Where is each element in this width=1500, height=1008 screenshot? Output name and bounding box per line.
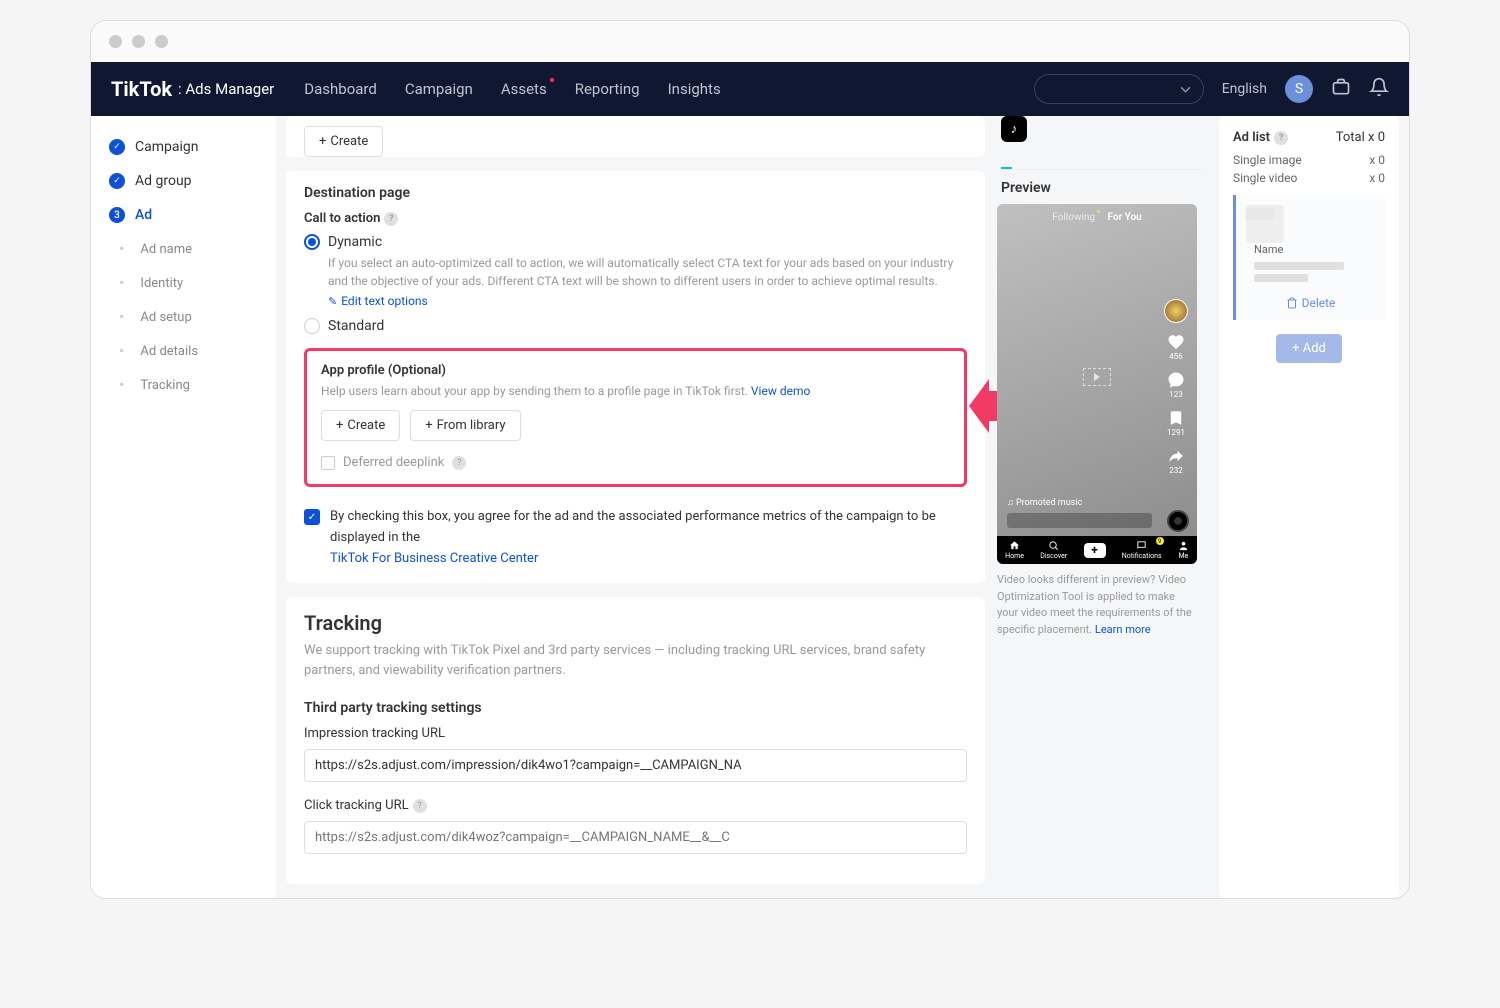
phone-nav-notifications: 9 Notifications — [1122, 540, 1162, 560]
chevron-down-icon — [1180, 86, 1191, 93]
phone-following-tab: Following — [1052, 212, 1095, 223]
nav-reporting[interactable]: Reporting — [575, 80, 640, 98]
learn-more-link[interactable]: Learn more — [1095, 623, 1151, 636]
phone-progress-slider — [1007, 513, 1152, 528]
nav-insights[interactable]: Insights — [668, 80, 721, 98]
window-dot — [155, 35, 168, 48]
trash-icon — [1286, 297, 1298, 309]
preview-title: Preview — [1001, 180, 1203, 196]
briefcase-icon[interactable] — [1331, 77, 1351, 102]
single-video-count: x 0 — [1369, 171, 1385, 185]
adlist-total: Total x 0 — [1336, 130, 1385, 145]
help-icon[interactable]: ? — [384, 212, 398, 226]
help-icon[interactable]: ? — [1274, 131, 1288, 145]
step-number: 3 — [109, 207, 125, 223]
bell-icon[interactable] — [1369, 77, 1389, 102]
cta-label: Call to action ? — [304, 211, 967, 226]
tracking-description: We support tracking with TikTok Pixel an… — [304, 641, 967, 680]
like-icon: 456 — [1167, 333, 1185, 361]
ad-name-label: Name — [1254, 243, 1344, 256]
from-library-button[interactable]: + From library — [410, 410, 520, 441]
app-header: TikTok : Ads Manager Dashboard Campaign … — [91, 62, 1409, 116]
logo-text: TikTok — [111, 77, 172, 101]
save-icon: 1291 — [1167, 409, 1185, 437]
sidebar-sub-identity[interactable]: •Identity — [91, 266, 276, 300]
radio-dynamic[interactable]: Dynamic — [304, 234, 967, 250]
check-icon: ✓ — [109, 139, 125, 155]
window-dot — [132, 35, 145, 48]
single-video-label: Single video — [1233, 171, 1297, 185]
tracking-title: Tracking — [304, 611, 967, 635]
check-icon: ✓ — [109, 173, 125, 189]
app-profile-highlight: App profile (Optional) Help users learn … — [304, 348, 967, 487]
play-icon — [1083, 368, 1111, 386]
adlist-title: Ad list — [1233, 130, 1270, 145]
delete-button[interactable]: Delete — [1246, 296, 1375, 310]
phone-preview: Following For You 456 — [997, 204, 1197, 564]
help-icon[interactable]: ? — [452, 456, 466, 470]
edit-text-options-link[interactable]: Edit text options — [328, 294, 967, 308]
single-image-label: Single image — [1233, 153, 1302, 167]
help-icon[interactable]: ? — [413, 799, 427, 813]
app-profile-title: App profile (Optional) — [321, 363, 950, 378]
phone-nav-discover: Discover — [1040, 540, 1067, 560]
nav-assets[interactable]: Assets — [501, 80, 547, 98]
radio-standard[interactable]: Standard — [304, 318, 967, 334]
phone-foryou-tab: For You — [1108, 212, 1142, 223]
click-url-input[interactable] — [304, 821, 967, 854]
agree-checkbox[interactable]: ✓ — [304, 509, 320, 525]
browser-titlebar — [91, 21, 1409, 62]
account-selector[interactable] — [1034, 74, 1204, 104]
logo-subtitle: : Ads Manager — [178, 80, 274, 98]
view-demo-link[interactable]: View demo — [751, 384, 810, 398]
placeholder-bar — [1254, 274, 1308, 282]
sidebar-campaign[interactable]: ✓ Campaign — [91, 130, 276, 164]
third-party-title: Third party tracking settings — [304, 700, 967, 716]
app-profile-create-button[interactable]: + Create — [321, 410, 400, 441]
checkbox-icon — [321, 456, 335, 470]
deferred-deeplink-checkbox[interactable]: Deferred deeplink ? — [321, 455, 950, 470]
tiktok-app-icon: ♪ — [1001, 116, 1027, 142]
destination-page-title: Destination page — [304, 185, 967, 201]
nav-dashboard[interactable]: Dashboard — [304, 80, 377, 98]
sidebar-sub-tracking[interactable]: •Tracking — [91, 368, 276, 402]
adlist-item-card[interactable]: Name Delete — [1233, 195, 1385, 320]
single-image-count: x 0 — [1369, 153, 1385, 167]
phone-avatar-icon — [1164, 299, 1188, 323]
preview-note: Video looks different in preview? Video … — [997, 572, 1197, 638]
sidebar-sub-adsetup[interactable]: •Ad setup — [91, 300, 276, 334]
share-icon: 232 — [1167, 447, 1185, 475]
creative-center-link[interactable]: TikTok For Business Creative Center — [330, 551, 538, 566]
app-profile-description: Help users learn about your app by sendi… — [321, 382, 950, 400]
sidebar-ad[interactable]: 3 Ad — [91, 198, 276, 232]
sidebar: ✓ Campaign ✓ Ad group 3 Ad •Ad name •Ide… — [91, 116, 276, 898]
disc-icon — [1167, 510, 1189, 532]
dynamic-description: If you select an auto-optimized call to … — [328, 254, 967, 290]
comment-icon: 123 — [1167, 371, 1185, 399]
language-selector[interactable]: English — [1222, 81, 1267, 97]
ad-list-panel: Ad list ? Total x 0 Single image x 0 Sin… — [1219, 116, 1399, 898]
user-avatar[interactable]: S — [1285, 75, 1313, 103]
create-button[interactable]: + Create — [304, 126, 383, 157]
click-url-label: Click tracking URL ? — [304, 798, 967, 813]
add-button[interactable]: + Add — [1276, 334, 1342, 363]
sidebar-sub-adname[interactable]: •Ad name — [91, 232, 276, 266]
impression-url-label: Impression tracking URL — [304, 726, 967, 741]
nav-campaign[interactable]: Campaign — [405, 80, 473, 98]
radio-icon — [304, 318, 320, 334]
radio-icon — [304, 234, 320, 250]
sidebar-sub-addetails[interactable]: •Ad details — [91, 334, 276, 368]
ad-thumbnail — [1246, 205, 1284, 243]
phone-nav-me: Me — [1178, 540, 1189, 560]
preview-tab[interactable] — [1001, 146, 1012, 169]
placeholder-bar — [1254, 262, 1344, 270]
agree-text: By checking this box, you agree for the … — [330, 507, 967, 569]
sidebar-adgroup[interactable]: ✓ Ad group — [91, 164, 276, 198]
phone-music-label: ♫ Promoted music — [1007, 497, 1187, 508]
window-dot — [109, 35, 122, 48]
phone-nav-home: Home — [1005, 540, 1024, 560]
phone-nav-plus: + — [1084, 543, 1106, 558]
impression-url-input[interactable] — [304, 749, 967, 782]
